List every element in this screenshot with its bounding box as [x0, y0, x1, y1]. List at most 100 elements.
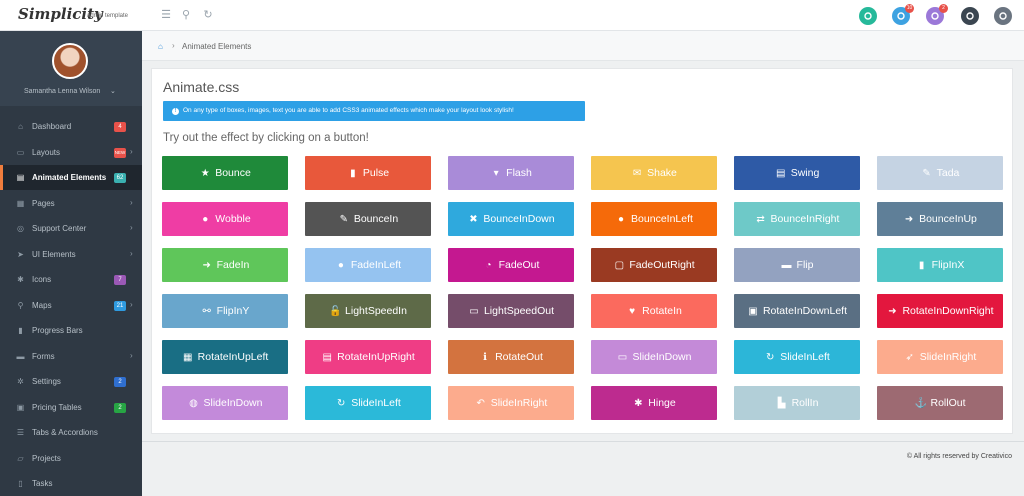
effect-button-fadeinleft[interactable]: ● FadeInLeft [305, 248, 431, 282]
gear-icon[interactable] [961, 7, 979, 25]
refresh-icon[interactable]: ↻ [201, 8, 215, 22]
home-icon: ⌂ [18, 122, 23, 131]
effect-button-lightspeedin[interactable]: 🔓 LightSpeedIn [305, 294, 431, 328]
sidebar-item-projects[interactable]: ▱ Projects [0, 446, 142, 471]
effect-button-rotateindownleft[interactable]: ▣ RotateInDownLeft [734, 294, 860, 328]
chevron-down-icon[interactable]: ⌄ [110, 87, 116, 95]
effect-button-slideinleft[interactable]: ↻ SlideInLeft [734, 340, 860, 374]
effect-button-tada[interactable]: ✎ Tada [877, 156, 1003, 190]
sidebar-item-tasks[interactable]: ▯ Tasks [0, 471, 142, 496]
avatar[interactable] [52, 43, 88, 79]
effect-button-shake[interactable]: ✉ Shake [591, 156, 717, 190]
breadcrumb: ⌂ › Animated Elements [142, 31, 1024, 61]
anchor-icon: ⚓ [914, 398, 927, 409]
effect-button-label: BounceInDown [483, 213, 555, 225]
menu-icon[interactable]: ☰ [159, 8, 173, 22]
effect-button-slideinright[interactable]: ➶ SlideInRight [877, 340, 1003, 374]
effect-button-slideindown[interactable]: ◍ SlideInDown [162, 386, 288, 420]
effect-button-label: RotateOut [495, 351, 543, 363]
search-icon[interactable]: ⚲ [179, 8, 193, 22]
effect-button-label: FadeOutRight [629, 259, 695, 271]
effect-button-slideinright[interactable]: ↶ SlideInRight [448, 386, 574, 420]
effect-button-slideindown[interactable]: ▭ SlideInDown [591, 340, 717, 374]
home-icon[interactable]: ⌂ [158, 42, 163, 51]
effect-button-flipiny[interactable]: ⚯ FlipInY [162, 294, 288, 328]
effect-button-rotateinupright[interactable]: ▤ RotateInUpRight [305, 340, 431, 374]
mail-icon[interactable]: 10 [892, 4, 914, 25]
effect-button-rollout[interactable]: ⚓ RollOut [877, 386, 1003, 420]
effect-button-fadeout[interactable]: ◔ FadeOut [448, 248, 574, 282]
effect-button-flipinx[interactable]: ▮ FlipInX [877, 248, 1003, 282]
sidebar-item-label: Tabs & Accordions [32, 428, 98, 437]
effect-button-bounce[interactable]: ★ Bounce [162, 156, 288, 190]
sidebar-item-pricing-tables[interactable]: ▣ Pricing Tables 2 [0, 395, 142, 420]
effect-button-label: Swing [790, 167, 820, 179]
effect-button-label: LightSpeedOut [483, 305, 555, 317]
effect-button-lightspeedout[interactable]: ▭ LightSpeedOut [448, 294, 574, 328]
exchange-icon: ⇄ [756, 214, 765, 225]
sidebar-item-progress-bars[interactable]: ▮ Progress Bars [0, 318, 142, 343]
info-icon: ℹ [483, 352, 487, 363]
effect-button-label: Flip [796, 259, 814, 271]
count-badge: 21 [114, 300, 126, 311]
sidebar-item-label: Icons [32, 275, 52, 284]
effect-button-flip[interactable]: ▬ Flip [734, 248, 860, 282]
effect-button-hinge[interactable]: ✱ Hinge [591, 386, 717, 420]
effect-button-bounceinup[interactable]: ➜ BounceInUp [877, 202, 1003, 236]
sidebar-item-support-center[interactable]: ◎ Support Center › [0, 216, 142, 241]
lock-icon[interactable] [994, 7, 1012, 25]
effect-button-label: Wobble [215, 213, 251, 225]
sidebar-item-label: Forms [32, 351, 55, 361]
chevron-right-icon: › [130, 299, 133, 309]
count-badge: 2 [114, 402, 126, 413]
effect-button-swing[interactable]: ▤ Swing [734, 156, 860, 190]
sidebar-item-dashboard[interactable]: ⌂ Dashboard 4 [0, 114, 142, 139]
effect-button-fadein[interactable]: ➜ FadeIn [162, 248, 288, 282]
effect-button-bounceinleft[interactable]: ● BounceInLeft [591, 202, 717, 236]
sidebar: Samantha Lenna Wilson ⌄ ⌂ Dashboard 4 ▭ Layo… [0, 31, 142, 496]
sidebar-item-tabs-accordions[interactable]: ☰ Tabs & Accordions [0, 420, 142, 445]
sidebar-item-layouts[interactable]: ▭ Layouts NEW › [0, 140, 142, 165]
effect-button-label: FlipInX [931, 259, 965, 271]
user-icon[interactable] [859, 7, 877, 25]
effect-button-bouncein[interactable]: ✎ BounceIn [305, 202, 431, 236]
sidebar-item-icons[interactable]: ✱ Icons 7 [0, 267, 142, 292]
file-icon: ▮ [918, 260, 925, 271]
effect-button-label: RotateInDownRight [902, 305, 994, 317]
effect-button-fadeoutright[interactable]: ▢ FadeOutRight [591, 248, 717, 282]
effect-button-bounceindown[interactable]: ✖ BounceInDown [448, 202, 574, 236]
profile-name[interactable]: Samantha Lenna Wilson [24, 88, 100, 95]
effect-button-slideinleft[interactable]: ↻ SlideInLeft [305, 386, 431, 420]
effect-button-rotatein[interactable]: ♥ RotateIn [591, 294, 717, 328]
effect-button-bounceinright[interactable]: ⇄ BounceInRight [734, 202, 860, 236]
count-badge: 2 [114, 377, 126, 387]
effect-button-label: FadeIn [216, 259, 250, 271]
effect-button-rollin[interactable]: ▙ RollIn [734, 386, 860, 420]
sidebar-item-settings[interactable]: ✲ Settings 2 [0, 369, 142, 394]
building-icon: ▦ [182, 352, 193, 363]
sidebar-item-forms[interactable]: ▬ Forms › [0, 344, 142, 369]
effect-button-label: SlideInLeft [351, 397, 401, 409]
sidebar-item-animated-elements[interactable]: ▤ Animated Elements 62 [0, 165, 142, 190]
sidebar-item-ui-elements[interactable]: ➤ UI Elements › [0, 242, 142, 267]
effect-button-rotateout[interactable]: ℹ RotateOut [448, 340, 574, 374]
effect-button-wobble[interactable]: ● Wobble [162, 202, 288, 236]
effect-button-rotateindownright[interactable]: ➜ RotateInDownRight [877, 294, 1003, 328]
sidebar-item-maps[interactable]: ⚲ Maps 21 › [0, 293, 142, 318]
sidebar-item-pages[interactable]: ▦ Pages › [0, 191, 142, 216]
chevron-right-icon: › [130, 197, 133, 207]
sign-in-icon: ➜ [888, 306, 897, 317]
sidebar-item-label: Projects [32, 453, 61, 463]
map-marker-icon: ● [202, 214, 209, 225]
times-icon: ✖ [469, 214, 478, 225]
breadcrumb-current: Animated Elements [182, 42, 252, 51]
effect-button-rotateinupleft[interactable]: ▦ RotateInUpLeft [162, 340, 288, 374]
effect-button-flash[interactable]: ▾ Flash [448, 156, 574, 190]
sidebar-item-label: Pricing Tables [32, 402, 82, 412]
effect-button-pulse[interactable]: ▮ Pulse [305, 156, 431, 190]
sidebar-item-label: UI Elements [32, 249, 76, 259]
effect-button-label: BounceInRight [770, 213, 840, 225]
info-icon[interactable]: 2 [926, 4, 948, 25]
map-marker-icon: ⚲ [17, 300, 24, 310]
count-badge: 62 [114, 173, 126, 183]
